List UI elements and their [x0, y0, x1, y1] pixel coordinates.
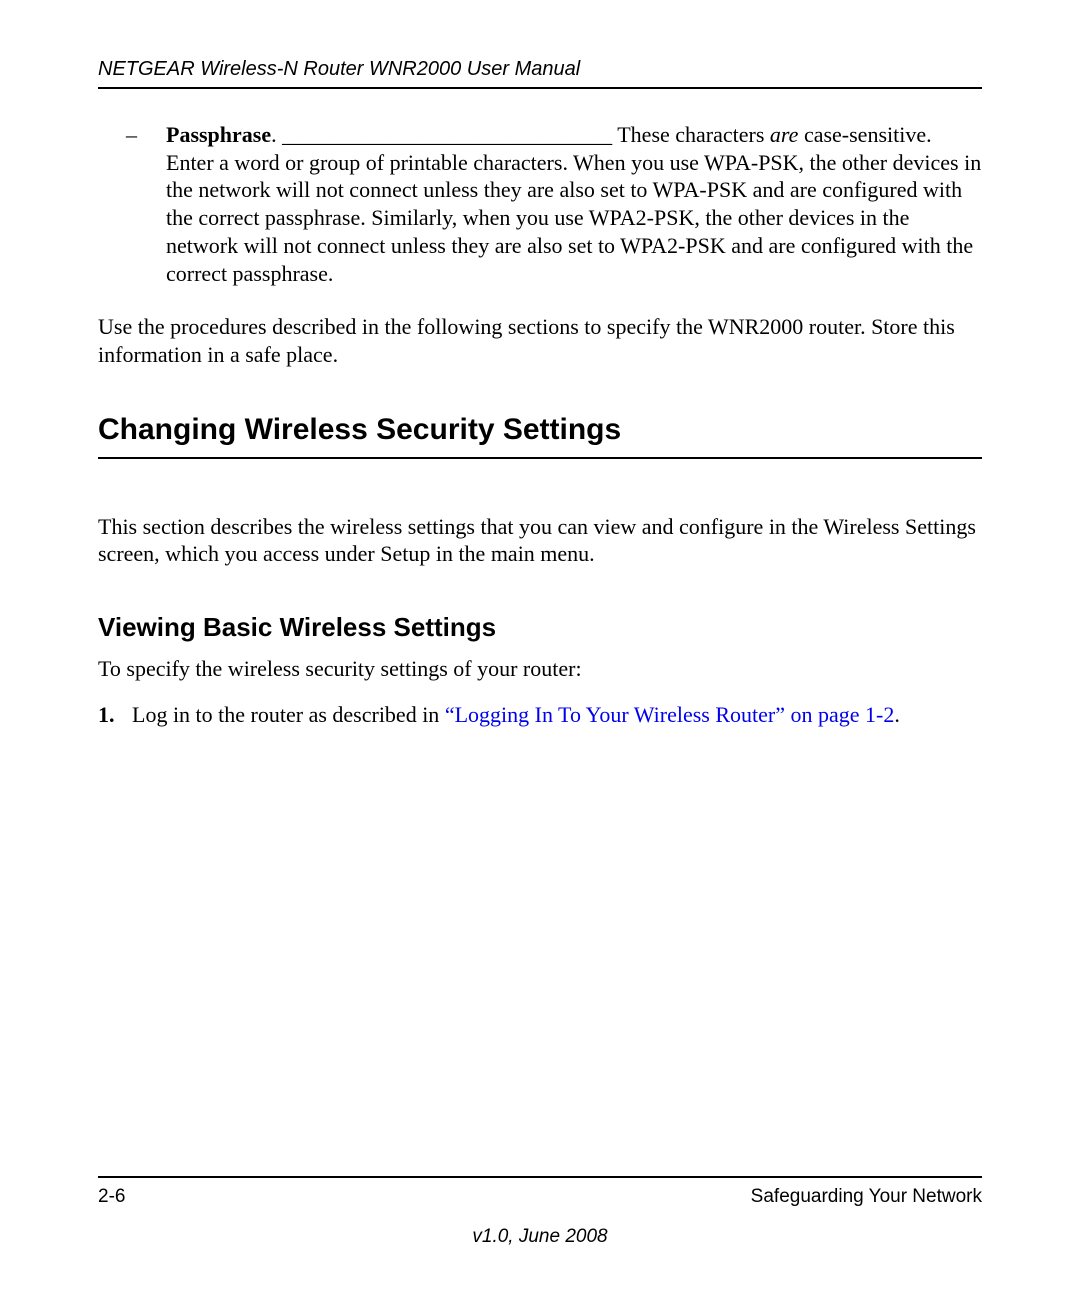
running-header: NETGEAR Wireless-N Router WNR2000 User M… — [98, 58, 982, 89]
passphrase-pre-italic: These characters — [617, 122, 770, 147]
steps-list: 1. Log in to the router as described in … — [98, 701, 982, 729]
page: NETGEAR Wireless-N Router WNR2000 User M… — [0, 0, 1080, 1296]
step-1: 1. Log in to the router as described in … — [132, 701, 982, 729]
passphrase-fill-blank: ______________________________ — [282, 122, 617, 147]
dash-icon: – — [126, 121, 137, 149]
changing-settings-intro-paragraph: This section describes the wireless sett… — [98, 513, 982, 568]
section-title: Safeguarding Your Network — [751, 1186, 982, 1208]
page-number: 2-6 — [98, 1186, 125, 1208]
store-info-paragraph: Use the procedures described in the foll… — [98, 313, 982, 368]
viewing-settings-intro-paragraph: To specify the wireless security setting… — [98, 655, 982, 683]
page-footer: 2-6 Safeguarding Your Network — [98, 1176, 982, 1208]
passphrase-text: Passphrase. ____________________________… — [166, 121, 982, 287]
passphrase-list-item: – Passphrase. __________________________… — [132, 121, 982, 287]
heading-changing-wireless-security-settings: Changing Wireless Security Settings — [98, 413, 982, 459]
step-1-number: 1. — [98, 701, 115, 729]
step-1-text-post: . — [894, 702, 900, 727]
version-line: v1.0, June 2008 — [0, 1226, 1080, 1248]
passphrase-label: Passphrase — [166, 122, 271, 147]
running-header-text: NETGEAR Wireless-N Router WNR2000 User M… — [98, 58, 580, 80]
passphrase-dot: . — [271, 122, 282, 147]
footer-rule — [98, 1176, 982, 1178]
footer-row: 2-6 Safeguarding Your Network — [98, 1186, 982, 1208]
heading-viewing-basic-wireless-settings: Viewing Basic Wireless Settings — [98, 612, 982, 643]
cross-ref-link-logging-in[interactable]: “Logging In To Your Wireless Router” on … — [445, 702, 895, 727]
step-1-text-pre: Log in to the router as described in — [132, 702, 445, 727]
passphrase-italic-are: are — [770, 122, 799, 147]
page-body: – Passphrase. __________________________… — [98, 89, 982, 729]
